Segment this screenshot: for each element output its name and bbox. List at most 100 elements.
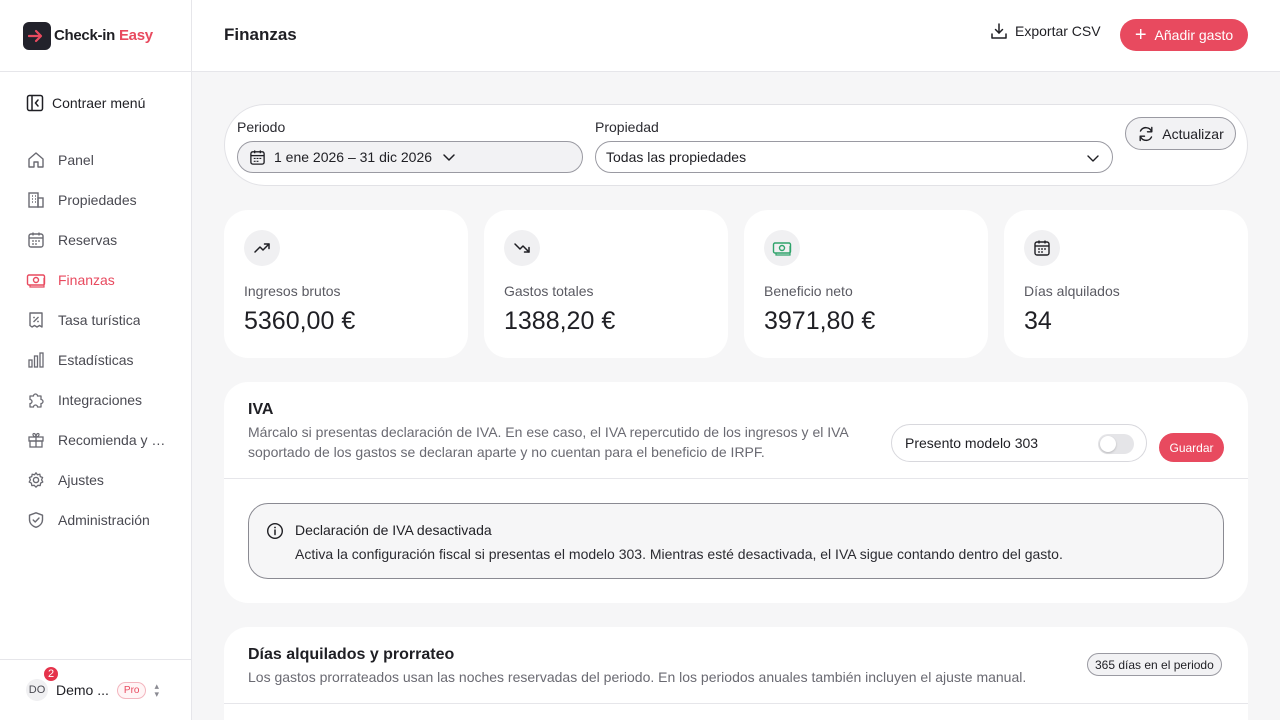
trending-up-icon bbox=[244, 230, 280, 266]
property-value: Todas las propiedades bbox=[606, 149, 747, 165]
divider bbox=[224, 703, 1248, 704]
home-icon bbox=[26, 150, 46, 170]
divider bbox=[224, 478, 1248, 479]
user-name: Demo ... bbox=[56, 682, 109, 698]
sidebar-item-tasa-turistica[interactable]: Tasa turística bbox=[0, 300, 191, 340]
modelo-303-toggle-row[interactable]: Presento modelo 303 bbox=[891, 424, 1147, 462]
save-button[interactable]: Guardar bbox=[1159, 433, 1224, 462]
sidebar-item-label: Administración bbox=[58, 512, 150, 528]
iva-description: Márcalo si presentas declaración de IVA.… bbox=[248, 424, 848, 460]
sidebar-item-label: Reservas bbox=[58, 232, 118, 248]
kpi-label: Días alquilados bbox=[1024, 283, 1120, 299]
period-date-picker[interactable]: 1 ene 2026 – 31 dic 2026 bbox=[237, 141, 583, 173]
page-header: Finanzas Exportar CSV + Añadir gasto bbox=[192, 0, 1280, 72]
calendar-icon bbox=[250, 149, 265, 165]
chevron-down-icon bbox=[443, 154, 455, 161]
logo-icon bbox=[23, 21, 51, 50]
property-select[interactable]: Todas las propiedades bbox=[595, 141, 1113, 173]
sidebar-item-administracion[interactable]: Administración bbox=[0, 500, 191, 540]
sidebar-nav: Panel Propiedades Reservas Finanzas Tasa… bbox=[0, 140, 191, 540]
banknote-icon bbox=[764, 230, 800, 266]
sidebar-item-panel[interactable]: Panel bbox=[0, 140, 191, 180]
collapse-menu-button[interactable]: Contraer menú bbox=[26, 94, 145, 112]
logo-text: Check-in Easy bbox=[54, 27, 153, 44]
receipt-icon bbox=[26, 310, 46, 330]
info-icon bbox=[266, 522, 284, 540]
sidebar-item-finanzas[interactable]: Finanzas bbox=[0, 260, 191, 300]
sidebar-item-label: Ajustes bbox=[58, 472, 104, 488]
rented-days-section: Días alquilados y prorrateo Los gastos p… bbox=[224, 627, 1248, 720]
sidebar: Check-in Easy Contraer menú Panel Propied… bbox=[0, 0, 192, 720]
logo[interactable]: Check-in Easy bbox=[0, 0, 191, 72]
sidebar-item-label: Panel bbox=[58, 152, 94, 168]
period-days-badge: 365 días en el periodo bbox=[1087, 653, 1222, 676]
sidebar-item-label: Recomienda y gana bbox=[58, 432, 166, 448]
gear-icon bbox=[26, 470, 46, 490]
kpi-card-rented-days: Días alquilados 34 bbox=[1004, 210, 1248, 358]
refresh-icon bbox=[1139, 126, 1153, 141]
puzzle-icon bbox=[26, 390, 46, 410]
export-csv-button[interactable]: Exportar CSV bbox=[990, 22, 1101, 40]
kpi-label: Ingresos brutos bbox=[244, 283, 341, 299]
sidebar-collapse-icon bbox=[26, 94, 44, 112]
rented-days-description: Los gastos prorrateados usan las noches … bbox=[248, 669, 1027, 685]
download-icon bbox=[991, 23, 1007, 39]
alert-title: Declaración de IVA desactivada bbox=[295, 522, 492, 538]
page-title: Finanzas bbox=[224, 25, 297, 44]
sidebar-item-reservas[interactable]: Reservas bbox=[0, 220, 191, 260]
alert-text: Activa la configuración fiscal si presen… bbox=[295, 546, 1063, 562]
sidebar-item-recomienda[interactable]: Recomienda y gana bbox=[0, 420, 191, 460]
money-icon bbox=[26, 270, 46, 290]
building-icon bbox=[26, 190, 46, 210]
sidebar-item-label: Propiedades bbox=[58, 192, 137, 208]
bar-chart-icon bbox=[26, 350, 46, 370]
avatar-initials: DO bbox=[28, 684, 46, 696]
calendar-icon bbox=[26, 230, 46, 250]
calendar-icon bbox=[1024, 230, 1060, 266]
sidebar-item-label: Finanzas bbox=[58, 272, 115, 288]
kpi-value: 1388,20 € bbox=[504, 307, 616, 335]
filter-bar: Periodo 1 ene 2026 – 31 dic 2026 Propied… bbox=[224, 104, 1248, 186]
kpi-card-net-profit: Beneficio neto 3971,80 € bbox=[744, 210, 988, 358]
add-expense-label: Añadir gasto bbox=[1154, 27, 1234, 43]
chevron-down-icon bbox=[1087, 155, 1099, 162]
iva-section: IVA Márcalo si presentas declaración de … bbox=[224, 382, 1248, 603]
kpi-value: 34 bbox=[1024, 307, 1052, 335]
modelo-303-switch[interactable] bbox=[1098, 434, 1134, 454]
kpi-card-total-expenses: Gastos totales 1388,20 € bbox=[484, 210, 728, 358]
sidebar-item-estadisticas[interactable]: Estadísticas bbox=[0, 340, 191, 380]
export-csv-label: Exportar CSV bbox=[1015, 23, 1101, 39]
add-expense-button[interactable]: + Añadir gasto bbox=[1120, 19, 1248, 51]
kpi-label: Beneficio neto bbox=[764, 283, 853, 299]
modelo-303-label: Presento modelo 303 bbox=[905, 435, 1039, 451]
rented-days-title: Días alquilados y prorrateo bbox=[248, 646, 455, 663]
plus-icon: + bbox=[1134, 24, 1147, 46]
shield-icon bbox=[26, 510, 46, 530]
sidebar-item-integraciones[interactable]: Integraciones bbox=[0, 380, 191, 420]
kpi-card-gross-income: Ingresos brutos 5360,00 € bbox=[224, 210, 468, 358]
gift-icon bbox=[26, 430, 46, 450]
collapse-menu-label: Contraer menú bbox=[52, 95, 146, 111]
refresh-button[interactable]: Actualizar bbox=[1125, 117, 1236, 150]
property-label: Propiedad bbox=[595, 119, 659, 135]
sidebar-item-label: Tasa turística bbox=[58, 312, 141, 328]
iva-title: IVA bbox=[248, 401, 274, 418]
sidebar-item-label: Estadísticas bbox=[58, 352, 134, 368]
sidebar-item-propiedades[interactable]: Propiedades bbox=[0, 180, 191, 220]
kpi-value: 3971,80 € bbox=[764, 307, 876, 335]
sidebar-item-label: Integraciones bbox=[58, 392, 143, 408]
iva-disabled-alert: Declaración de IVA desactivada Activa la… bbox=[248, 503, 1224, 579]
plan-badge: Pro bbox=[116, 681, 147, 699]
switch-knob bbox=[1100, 436, 1116, 452]
period-value: 1 ene 2026 – 31 dic 2026 bbox=[274, 149, 433, 165]
period-label: Periodo bbox=[237, 119, 286, 135]
refresh-label: Actualizar bbox=[1162, 125, 1224, 142]
kpi-label: Gastos totales bbox=[504, 283, 594, 299]
chevron-up-down-icon: ▴ ▾ bbox=[154, 681, 159, 699]
trending-down-icon bbox=[504, 230, 540, 266]
sidebar-item-ajustes[interactable]: Ajustes bbox=[0, 460, 191, 500]
user-menu[interactable]: DO 2 Demo ... Pro ▴ ▾ bbox=[0, 659, 191, 720]
avatar[interactable]: DO 2 bbox=[26, 665, 60, 701]
notification-badge[interactable]: 2 bbox=[42, 665, 60, 683]
kpi-value: 5360,00 € bbox=[244, 307, 356, 335]
